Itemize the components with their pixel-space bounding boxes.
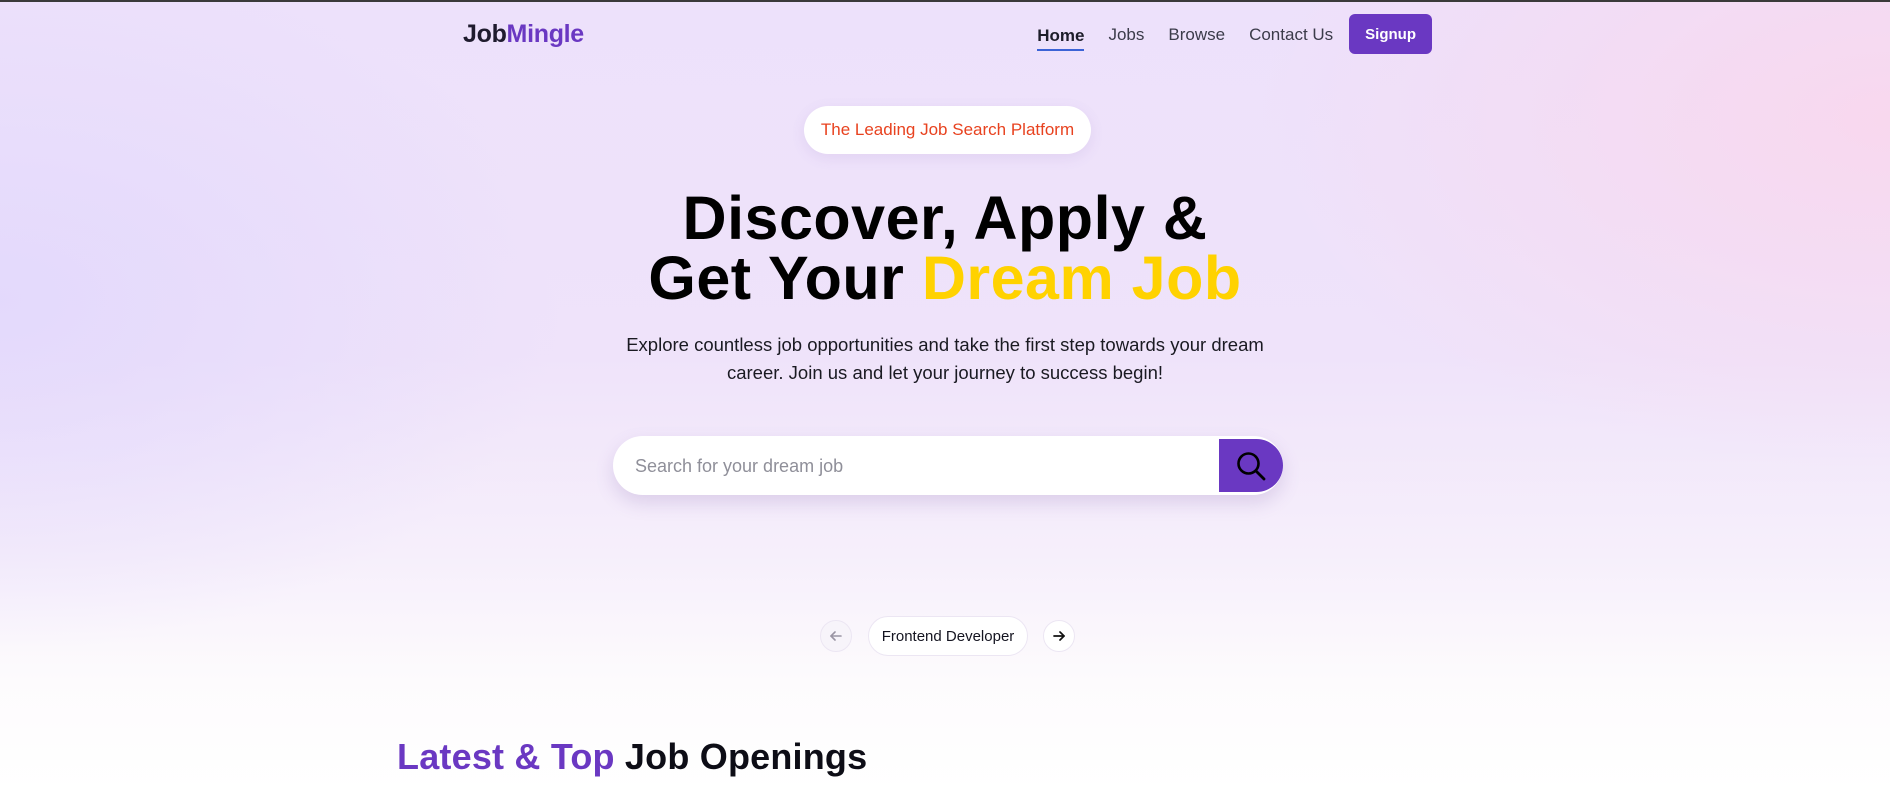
section-title-rest: Job Openings (614, 736, 868, 777)
hero-headline: Discover, Apply & Get Your Dream Job (545, 188, 1345, 309)
carousel-next-button[interactable] (1043, 620, 1075, 652)
category-carousel: Frontend Developer (0, 616, 1890, 656)
logo[interactable]: JobMingle (463, 20, 584, 49)
section-title-highlight: Latest & Top (397, 736, 615, 777)
search-button[interactable] (1219, 439, 1283, 492)
search-input[interactable] (635, 446, 1195, 486)
logo-part-2: Mingle (506, 20, 585, 48)
nav-link-jobs[interactable]: Jobs (1108, 17, 1144, 51)
nav-link-browse[interactable]: Browse (1168, 17, 1225, 51)
arrow-right-icon (1053, 631, 1065, 641)
headline-line-1: Discover, Apply & (682, 184, 1208, 252)
headline-highlight: Dream Job (921, 244, 1242, 312)
hero-subtitle: Explore countless job opportunities and … (626, 334, 1264, 383)
signup-button[interactable]: Signup (1349, 14, 1432, 54)
platform-badge: The Leading Job Search Platform (804, 106, 1091, 154)
arrow-left-icon (830, 631, 842, 641)
search-bar (613, 436, 1283, 495)
section-title: Latest & Top Job Openings (397, 736, 867, 778)
category-chip[interactable]: Frontend Developer (868, 616, 1028, 656)
navbar: JobMingle Home Jobs Browse Contact Us Si… (0, 0, 1890, 70)
nav-links: Home Jobs Browse Contact Us Signup (1037, 14, 1432, 54)
headline-line-2-prefix: Get Your (648, 244, 922, 312)
logo-part-1: Job (463, 20, 507, 48)
nav-link-home[interactable]: Home (1037, 18, 1085, 51)
search-icon (1237, 451, 1266, 480)
carousel-prev-button[interactable] (820, 620, 852, 652)
nav-link-contact-us[interactable]: Contact Us (1249, 17, 1333, 51)
